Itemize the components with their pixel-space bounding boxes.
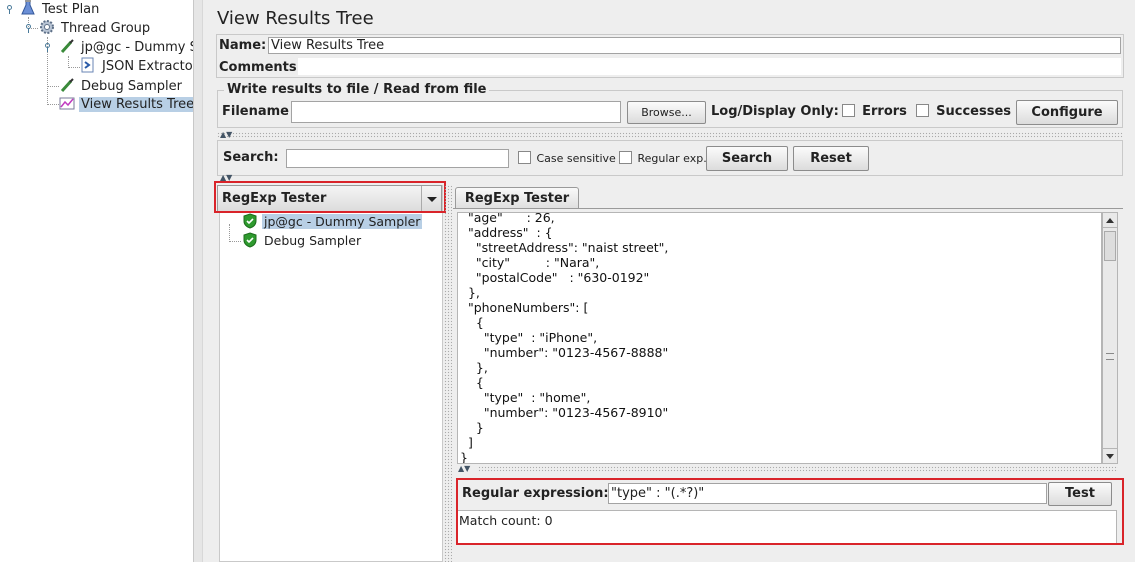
tree-connector (229, 224, 230, 242)
result-item-label: Debug Sampler (264, 233, 362, 248)
filename-label: Filename (222, 104, 289, 119)
successes-checkbox-box[interactable] (916, 104, 929, 117)
comments-input[interactable] (298, 58, 1121, 75)
browse-button[interactable]: Browse... (627, 101, 706, 124)
tree-connector (68, 67, 80, 68)
scroll-down-icon[interactable] (1103, 448, 1117, 463)
successes-label: Successes (936, 104, 1012, 119)
regular-exp-checkbox[interactable]: Regular exp. (619, 151, 707, 165)
response-body-view[interactable]: "age" : 26, "address" : { "streetAddress… (457, 212, 1102, 464)
collapse-arrows-icon[interactable]: ▲▼ (458, 464, 470, 473)
tree-item-debug-sampler[interactable]: Debug Sampler (59, 77, 184, 95)
expand-toggle-icon[interactable] (24, 24, 33, 33)
response-body-text: "age" : 26, "address" : { "streetAddress… (460, 212, 669, 464)
search-input[interactable] (286, 149, 509, 168)
sampler-pipette-icon (59, 38, 75, 54)
tree-item-label: View Results Tree (79, 97, 193, 112)
test-plan-tree[interactable]: Test Plan Thread Group jp@gc - Dummy Sa … (0, 0, 193, 562)
search-label: Search: (223, 150, 279, 165)
highlight-box-renderer (214, 181, 446, 213)
tree-item-label: Debug Sampler (81, 79, 182, 94)
reset-button[interactable]: Reset (793, 146, 869, 171)
search-button[interactable]: Search (706, 146, 788, 171)
configure-button[interactable]: Configure (1016, 100, 1118, 125)
scroll-grip-icon (1106, 353, 1114, 360)
highlight-box-regex (456, 478, 1124, 545)
tab-underline (453, 208, 1123, 209)
results-splitter[interactable] (444, 185, 452, 562)
expand-toggle-icon[interactable] (43, 43, 52, 52)
split-divider[interactable] (217, 132, 1123, 138)
tree-item-view-results-tree[interactable]: View Results Tree (59, 95, 193, 113)
successes-checkbox[interactable]: Successes (916, 104, 1011, 119)
tree-item-label: Test Plan (42, 2, 100, 17)
tree-connector (229, 241, 241, 242)
result-item-dummy-sampler[interactable]: jp@gc - Dummy Sampler (242, 213, 423, 231)
file-section-legend: Write results to file / Read from file (224, 82, 490, 97)
result-item-debug-sampler[interactable]: Debug Sampler (242, 232, 363, 250)
expand-toggle-icon[interactable] (5, 5, 14, 14)
errors-checkbox[interactable]: Errors (842, 104, 907, 119)
name-label: Name: (219, 38, 267, 53)
tree-connector (47, 86, 59, 87)
tree-item-test-plan[interactable]: Test Plan (20, 0, 101, 18)
tree-item-label: JSON Extractor (102, 59, 193, 74)
response-scrollbar[interactable] (1102, 212, 1118, 464)
regular-exp-checkbox-box[interactable] (619, 151, 632, 164)
success-shield-icon (242, 232, 258, 248)
gear-icon (39, 19, 55, 35)
errors-label: Errors (862, 104, 907, 119)
sampler-pipette-icon (59, 77, 75, 93)
tree-item-dummy-sampler[interactable]: jp@gc - Dummy Sa (59, 38, 193, 56)
regular-exp-label: Regular exp. (637, 152, 707, 165)
result-item-label: jp@gc - Dummy Sampler (262, 214, 423, 229)
scroll-up-icon[interactable] (1103, 213, 1117, 228)
success-shield-icon (242, 213, 258, 229)
case-sensitive-checkbox[interactable]: Case sensitive (518, 151, 616, 165)
tree-item-thread-group[interactable]: Thread Group (39, 19, 152, 37)
case-sensitive-label: Case sensitive (536, 152, 616, 165)
listener-graph-icon (59, 95, 75, 111)
tree-splitter[interactable] (193, 0, 203, 562)
name-input[interactable]: View Results Tree (268, 37, 1121, 54)
scroll-thumb[interactable] (1104, 231, 1116, 261)
comments-label: Comments: (219, 60, 302, 75)
extractor-icon (80, 57, 96, 73)
log-display-label: Log/Display Only: (711, 104, 839, 119)
errors-checkbox-box[interactable] (842, 104, 855, 117)
tree-item-json-extractor[interactable]: JSON Extractor (80, 57, 193, 75)
case-sensitive-checkbox-box[interactable] (518, 151, 531, 164)
tree-item-label: Thread Group (61, 21, 151, 36)
collapse-arrows-icon[interactable]: ▲▼ (220, 130, 232, 139)
tab-label: RegExp Tester (464, 191, 570, 206)
regex-splitter[interactable] (478, 466, 1118, 472)
test-plan-icon (20, 0, 36, 16)
tree-item-label: jp@gc - Dummy Sa (81, 40, 193, 55)
filename-input[interactable] (291, 101, 621, 123)
tab-regexp-tester[interactable]: RegExp Tester (455, 187, 579, 209)
tree-connector (47, 104, 59, 105)
page-title: View Results Tree (217, 8, 374, 29)
